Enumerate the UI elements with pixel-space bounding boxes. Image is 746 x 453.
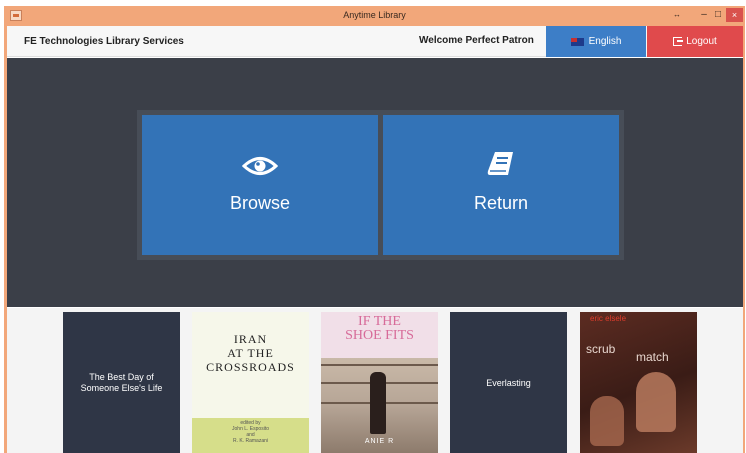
book-carousel: The Best Day of Someone Else's Life IRAN… xyxy=(7,308,743,453)
book-title-line: Everlasting xyxy=(486,378,531,388)
language-button[interactable]: English xyxy=(546,26,646,57)
browse-label: Browse xyxy=(229,193,291,213)
flag-icon xyxy=(570,37,584,46)
action-tiles: Browse Return xyxy=(137,110,624,260)
language-label: English xyxy=(588,36,622,47)
book-title-word: scrub xyxy=(586,342,616,356)
book-title-line: AT THE xyxy=(227,346,274,360)
book-cover[interactable]: IRAN AT THE CROSSROADS edited by John L.… xyxy=(192,312,309,453)
cover-figure xyxy=(636,372,676,432)
welcome-text: Welcome Perfect Patron xyxy=(419,35,534,46)
sign-out-icon xyxy=(673,37,684,46)
book-title-line: CROSSROADS xyxy=(206,360,295,374)
book-author: eric elsele xyxy=(590,314,627,323)
browse-button[interactable]: Browse xyxy=(142,115,378,255)
org-name: FE Technologies Library Services xyxy=(24,36,184,47)
app-client: FE Technologies Library Services Welcome… xyxy=(7,26,743,453)
book-credit-line: R. K. Ramazani xyxy=(232,438,268,444)
close-button[interactable]: × xyxy=(726,8,743,22)
restore-button[interactable]: ↔ xyxy=(670,8,684,22)
book-title-line: The Best Day of xyxy=(89,372,154,382)
book-cover[interactable]: eric elsele scrub match xyxy=(580,312,697,453)
book-icon xyxy=(486,149,516,182)
minimize-button[interactable]: – xyxy=(697,8,711,22)
window-title: Anytime Library xyxy=(343,10,406,20)
top-header: FE Technologies Library Services Welcome… xyxy=(7,26,743,57)
maximize-button[interactable]: □ xyxy=(711,8,725,22)
action-panel: Browse Return xyxy=(7,58,743,307)
book-title-line: IF THE xyxy=(358,314,401,329)
book-cover[interactable]: IF THE SHOE FITS ANIE R xyxy=(321,312,438,453)
book-title-line: SHOE FITS xyxy=(345,328,414,343)
book-cover[interactable]: Everlasting xyxy=(450,312,567,453)
return-label: Return xyxy=(473,193,529,213)
app-window: Anytime Library ↔ – □ × FE Technologies … xyxy=(4,6,745,453)
eye-icon xyxy=(241,155,279,180)
book-author: ANIE R xyxy=(364,438,395,445)
logout-button[interactable]: Logout xyxy=(647,26,743,57)
book-title-line: IRAN xyxy=(233,332,268,346)
cover-figure xyxy=(590,396,624,446)
book-title-word: match xyxy=(636,350,669,364)
book-title-line: Someone Else's Life xyxy=(80,383,163,393)
title-bar: Anytime Library ↔ – □ × xyxy=(4,6,745,26)
return-button[interactable]: Return xyxy=(383,115,619,255)
book-cover[interactable]: The Best Day of Someone Else's Life xyxy=(63,312,180,453)
logout-label: Logout xyxy=(686,36,717,47)
